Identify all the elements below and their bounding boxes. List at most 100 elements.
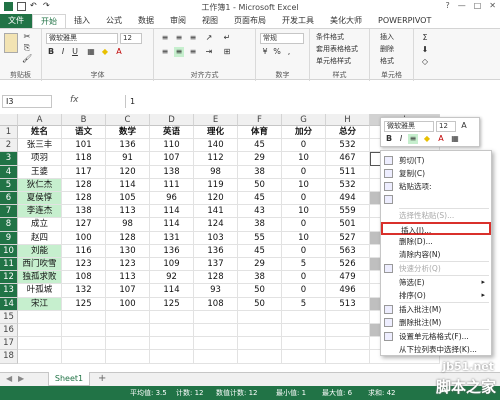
- table-cell[interactable]: 123: [62, 258, 106, 272]
- table-cell[interactable]: 114: [150, 218, 194, 232]
- table-cell[interactable]: 29: [238, 152, 282, 166]
- table-cell[interactable]: [18, 310, 62, 324]
- indent-icon[interactable]: ⇥: [204, 47, 214, 57]
- table-cell[interactable]: 0: [282, 165, 326, 179]
- table-cell[interactable]: 479: [326, 271, 370, 285]
- table-cell[interactable]: 136: [150, 244, 194, 258]
- table-cell[interactable]: 45: [238, 192, 282, 206]
- align-middle-icon[interactable]: ≡: [174, 33, 184, 43]
- table-cell[interactable]: 112: [194, 152, 238, 166]
- table-cell[interactable]: 50: [238, 297, 282, 311]
- name-box[interactable]: I3: [2, 95, 52, 108]
- fill-color-icon[interactable]: ◆: [100, 47, 110, 57]
- table-cell[interactable]: [282, 350, 326, 364]
- table-cell[interactable]: 496: [326, 284, 370, 298]
- tab-review[interactable]: 审阅: [162, 14, 194, 28]
- table-cell[interactable]: [238, 337, 282, 351]
- table-cell[interactable]: 10: [282, 152, 326, 166]
- table-cell[interactable]: [150, 337, 194, 351]
- row-header[interactable]: 10: [0, 244, 18, 258]
- tab-data[interactable]: 数据: [130, 14, 162, 28]
- table-cell[interactable]: 夏侯惇: [18, 192, 62, 206]
- table-cell[interactable]: 10: [282, 178, 326, 192]
- tab-formulas[interactable]: 公式: [98, 14, 130, 28]
- maximize-icon[interactable]: □: [474, 1, 482, 10]
- table-cell[interactable]: 532: [326, 139, 370, 153]
- add-sheet-button[interactable]: +: [98, 373, 106, 384]
- table-cell[interactable]: 113: [106, 271, 150, 285]
- table-cell[interactable]: 109: [150, 258, 194, 272]
- table-cell[interactable]: 124: [194, 218, 238, 232]
- format-painter-icon[interactable]: 🖌: [22, 54, 32, 64]
- border-icon[interactable]: ▦: [86, 47, 96, 57]
- table-cell[interactable]: 96: [150, 192, 194, 206]
- table-cell[interactable]: [62, 337, 106, 351]
- tab-insert[interactable]: 插入: [66, 14, 98, 28]
- column-title-cell[interactable]: 姓名: [18, 126, 62, 140]
- table-cell[interactable]: 50: [238, 178, 282, 192]
- mini-bold-icon[interactable]: B: [384, 134, 394, 144]
- table-cell[interactable]: 张三丰: [18, 139, 62, 153]
- table-cell[interactable]: 成立: [18, 218, 62, 232]
- table-cell[interactable]: 120: [106, 165, 150, 179]
- table-cell[interactable]: 127: [62, 218, 106, 232]
- tab-developer[interactable]: 开发工具: [274, 14, 322, 28]
- column-header-a[interactable]: A: [18, 114, 62, 126]
- row-header[interactable]: 13: [0, 284, 18, 298]
- row-header[interactable]: 1: [0, 126, 18, 140]
- tab-powerpivot[interactable]: POWERPIVOT: [370, 14, 439, 28]
- table-cell[interactable]: 130: [106, 244, 150, 258]
- bold-icon[interactable]: B: [46, 47, 56, 57]
- percent-icon[interactable]: %: [272, 47, 282, 57]
- table-cell[interactable]: [18, 324, 62, 338]
- table-cell[interactable]: 狄仁杰: [18, 178, 62, 192]
- row-header[interactable]: 3: [0, 152, 18, 166]
- table-cell[interactable]: 138: [150, 165, 194, 179]
- table-cell[interactable]: 125: [62, 297, 106, 311]
- column-header-f[interactable]: F: [238, 114, 282, 126]
- table-cell[interactable]: [326, 350, 370, 364]
- table-cell[interactable]: 511: [326, 165, 370, 179]
- row-header[interactable]: 14: [0, 297, 18, 311]
- tab-beautify[interactable]: 美化大师: [322, 14, 370, 28]
- column-title-cell[interactable]: 加分: [282, 126, 326, 140]
- merge-icon[interactable]: ⊞: [222, 47, 232, 57]
- table-cell[interactable]: 107: [106, 284, 150, 298]
- table-cell[interactable]: 100: [62, 231, 106, 245]
- column-title-cell[interactable]: 理化: [194, 126, 238, 140]
- table-cell[interactable]: 118: [62, 152, 106, 166]
- table-cell[interactable]: 494: [326, 192, 370, 206]
- mini-grow-font-icon[interactable]: A: [459, 121, 469, 131]
- align-right-icon[interactable]: ≡: [188, 47, 198, 57]
- menu-item[interactable]: 排序(O) ▸: [381, 289, 491, 302]
- row-header[interactable]: 7: [0, 205, 18, 219]
- table-cell[interactable]: 559: [326, 205, 370, 219]
- mini-font-color-icon[interactable]: A: [436, 134, 446, 144]
- table-cell[interactable]: 92: [150, 271, 194, 285]
- table-cell[interactable]: 108: [194, 297, 238, 311]
- scroll-right-icon[interactable]: ▶: [18, 374, 24, 383]
- table-cell[interactable]: 王婆: [18, 165, 62, 179]
- column-header-h[interactable]: H: [326, 114, 370, 126]
- table-cell[interactable]: 93: [194, 284, 238, 298]
- menu-item[interactable]: 粘贴选项:: [381, 180, 491, 193]
- font-size-select[interactable]: 12: [120, 33, 142, 44]
- table-cell[interactable]: 38: [238, 165, 282, 179]
- table-cell[interactable]: 45: [238, 244, 282, 258]
- column-title-cell[interactable]: 数学: [106, 126, 150, 140]
- table-cell[interactable]: 项羽: [18, 152, 62, 166]
- number-format-select[interactable]: 常规: [260, 33, 304, 44]
- table-cell[interactable]: [106, 350, 150, 364]
- table-cell[interactable]: 100: [106, 297, 150, 311]
- conditional-format-button[interactable]: 条件格式: [316, 32, 344, 42]
- menu-item[interactable]: 剪切(T): [381, 154, 491, 167]
- table-cell[interactable]: 110: [150, 139, 194, 153]
- table-cell[interactable]: [106, 310, 150, 324]
- column-title-cell[interactable]: 英语: [150, 126, 194, 140]
- orientation-icon[interactable]: ↗: [204, 33, 214, 43]
- table-cell[interactable]: 137: [194, 258, 238, 272]
- table-cell[interactable]: [106, 324, 150, 338]
- table-cell[interactable]: [326, 337, 370, 351]
- mini-italic-icon[interactable]: I: [396, 134, 406, 144]
- table-cell[interactable]: 501: [326, 218, 370, 232]
